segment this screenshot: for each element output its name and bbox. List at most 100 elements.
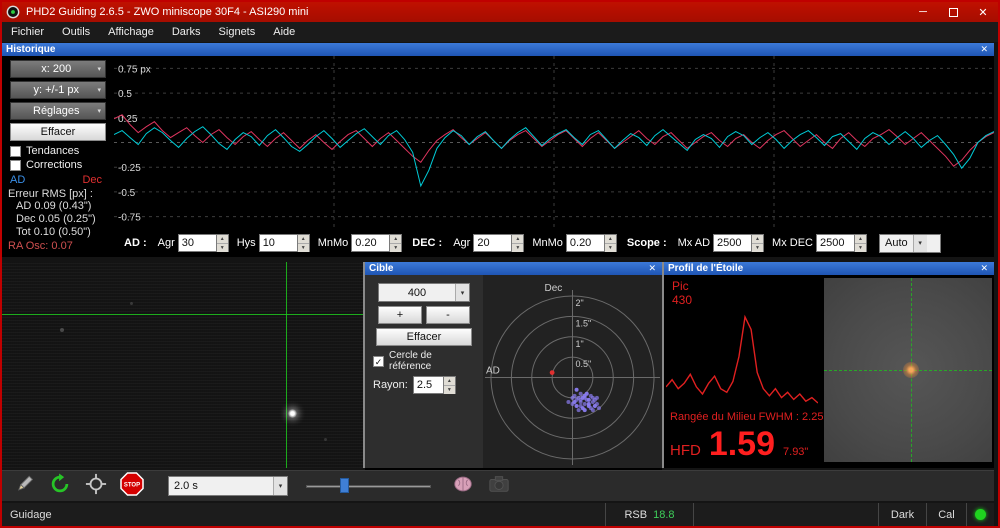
ra-aggression-spinner[interactable]: 30 ▲▼: [178, 234, 229, 252]
connect-equipment-button[interactable]: [10, 473, 38, 499]
app-icon: [6, 5, 20, 19]
profile-close-icon[interactable]: ✕: [978, 263, 990, 274]
menu-aide[interactable]: Aide: [264, 22, 304, 42]
spin-down-icon[interactable]: ▼: [298, 244, 309, 252]
radius-row: Rayon: 2.5 ▲▼: [365, 373, 483, 394]
star-profile-curve: [666, 309, 818, 409]
target-close-icon[interactable]: ✕: [646, 263, 658, 274]
advanced-settings-button[interactable]: [449, 473, 477, 499]
svg-text:-0.25: -0.25: [118, 163, 141, 174]
ra-osc-value: RA Osc: 0.07: [2, 240, 114, 252]
spin-down-icon[interactable]: ▼: [605, 244, 616, 252]
guide-camera-view[interactable]: [2, 262, 363, 468]
guide-history-graph: 0.75 px0.50.25-0.25-0.5-0.75: [114, 56, 994, 229]
spin-up-icon[interactable]: ▲: [752, 235, 763, 244]
spin-down-icon[interactable]: ▼: [752, 244, 763, 252]
dec-aggression-spinner[interactable]: 20 ▲▼: [473, 234, 524, 252]
max-ra-duration-spinner[interactable]: 2500 ▲▼: [713, 234, 764, 252]
spinner-arrows[interactable]: ▲▼: [751, 234, 764, 252]
camera-settings-button[interactable]: [485, 473, 513, 499]
spinner-arrows[interactable]: ▲▼: [216, 234, 229, 252]
trendlines-checkbox[interactable]: Tendances: [2, 144, 114, 158]
menu-darks[interactable]: Darks: [163, 22, 210, 42]
dec-minmove-spinner[interactable]: 0.20 ▲▼: [566, 234, 617, 252]
window-title: PHD2 Guiding 2.6.5 - ZWO miniscope 30F4 …: [26, 6, 908, 18]
history-title: Historique: [6, 44, 978, 55]
camera-icon: [488, 473, 510, 500]
spin-down-icon[interactable]: ▼: [855, 244, 866, 252]
guide-settings-row: AD : Agr 30 ▲▼ Hys 10 ▲▼ MnMo 0.20 ▲▼: [114, 229, 994, 257]
clear-target-button[interactable]: Effacer: [376, 328, 472, 346]
x-scale-dropdown[interactable]: x: 200 ▾: [10, 60, 106, 78]
guide-star[interactable]: [288, 409, 297, 418]
exposure-select[interactable]: 2.0 s ▾: [168, 476, 288, 496]
stop-button[interactable]: STOP: [118, 473, 146, 499]
profile-title: Profil de l'Étoile: [668, 263, 978, 274]
spinner-arrows[interactable]: ▲▼: [604, 234, 617, 252]
rms-ra: AD 0.09 (0.43"): [2, 200, 114, 213]
dec-guide-mode-select[interactable]: Auto ▾: [879, 234, 941, 253]
stop-icon: STOP: [120, 472, 144, 501]
checkbox-icon: [10, 160, 21, 171]
spin-up-icon[interactable]: ▲: [605, 235, 616, 244]
history-close-icon[interactable]: ✕: [978, 44, 990, 55]
checkbox-checked-icon: ✓: [373, 356, 384, 367]
phd2-window: PHD2 Guiding 2.6.5 - ZWO miniscope 30F4 …: [0, 0, 1000, 528]
spin-down-icon[interactable]: ▼: [444, 386, 455, 394]
graph-settings-dropdown[interactable]: Réglages ▾: [10, 102, 106, 120]
history-titlebar: Historique ✕: [2, 43, 994, 56]
ra-minmove-spinner[interactable]: 0.20 ▲▼: [351, 234, 402, 252]
hfd-arcsec: 7.93": [783, 446, 808, 458]
spinner-arrows[interactable]: ▲▼: [443, 376, 456, 394]
y-scale-dropdown[interactable]: y: +/-1 px ▾: [10, 81, 106, 99]
menu-fichier[interactable]: Fichier: [2, 22, 53, 42]
minimize-button[interactable]: ─: [908, 2, 938, 22]
crosshair-horizontal-line: [2, 314, 363, 315]
spin-up-icon[interactable]: ▲: [855, 235, 866, 244]
cal-indicator: Cal: [926, 503, 966, 526]
spin-up-icon[interactable]: ▲: [512, 235, 523, 244]
star-profile-panel: Profil de l'Étoile ✕ Pic 430 Rangée du M…: [664, 262, 994, 468]
svg-text:STOP: STOP: [124, 482, 140, 488]
spinner-arrows[interactable]: ▲▼: [389, 234, 402, 252]
trendlines-label: Tendances: [26, 145, 79, 157]
menu-affichage[interactable]: Affichage: [99, 22, 163, 42]
slider-handle[interactable]: [340, 478, 349, 493]
loop-exposures-button[interactable]: [46, 473, 74, 499]
max-dec-duration-spinner[interactable]: 2500 ▲▼: [816, 234, 867, 252]
status-green-dot: [975, 509, 986, 520]
zoom-in-button[interactable]: +: [378, 306, 422, 324]
clear-graph-button[interactable]: Effacer: [10, 123, 106, 141]
spin-down-icon[interactable]: ▼: [217, 244, 228, 252]
menu-outils[interactable]: Outils: [53, 22, 99, 42]
spinner-arrows[interactable]: ▲▼: [854, 234, 867, 252]
ra-hysteresis-spinner[interactable]: 10 ▲▼: [259, 234, 310, 252]
spin-down-icon[interactable]: ▼: [512, 244, 523, 252]
dropdown-icon: ▾: [97, 86, 101, 94]
corrections-checkbox[interactable]: Corrections: [2, 158, 114, 172]
corrections-label: Corrections: [26, 159, 82, 171]
spinner-arrows[interactable]: ▲▼: [511, 234, 524, 252]
screen-stretch-slider[interactable]: [306, 477, 431, 495]
zoom-out-button[interactable]: -: [426, 306, 470, 324]
radius-spinner[interactable]: 2.5 ▲▼: [413, 376, 456, 394]
peak-label: Pic: [672, 279, 689, 293]
target-scale-select[interactable]: 400 ▾: [378, 283, 470, 302]
dropdown-icon: ▾: [913, 235, 927, 252]
spin-down-icon[interactable]: ▼: [390, 244, 401, 252]
menu-signets[interactable]: Signets: [210, 22, 265, 42]
spinner-arrows[interactable]: ▲▼: [297, 234, 310, 252]
reference-circle-checkbox[interactable]: ✓ Cercle de référence: [365, 349, 483, 373]
maximize-button[interactable]: [938, 2, 968, 22]
spin-up-icon[interactable]: ▲: [298, 235, 309, 244]
close-button[interactable]: ✕: [968, 2, 998, 22]
spin-up-icon[interactable]: ▲: [444, 377, 455, 386]
spin-up-icon[interactable]: ▲: [217, 235, 228, 244]
radius-label: Rayon:: [373, 379, 408, 391]
spin-up-icon[interactable]: ▲: [390, 235, 401, 244]
history-panel: Historique ✕ x: 200 ▾ y: +/-1 px ▾ Régla…: [2, 43, 994, 257]
faint-star: [324, 438, 327, 441]
status-bar: Guidage RSB 18.8 Dark Cal: [2, 503, 994, 526]
auto-select-star-button[interactable]: [82, 473, 110, 499]
main-toolbar: STOP 2.0 s ▾: [2, 470, 994, 501]
